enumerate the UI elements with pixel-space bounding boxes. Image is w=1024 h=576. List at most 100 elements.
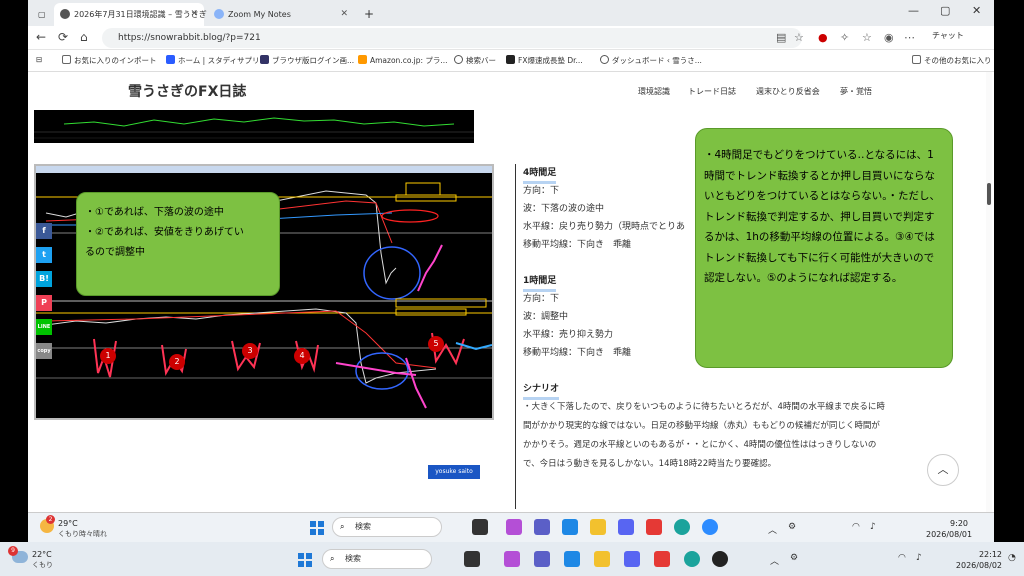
close-icon[interactable]: ✕ bbox=[340, 3, 348, 26]
edge-icon[interactable] bbox=[684, 551, 700, 567]
bookmarks-bar: ⊟ お気に入りのインポート ホーム | スタディサプリ... ブラウザ版ログイン… bbox=[28, 50, 994, 72]
fx-icon bbox=[506, 55, 515, 64]
wifi-icon[interactable]: ◠ bbox=[852, 522, 860, 532]
share-facebook-button[interactable]: f bbox=[36, 223, 52, 239]
address-input[interactable]: https://snowrabbit.blog/?p=721 bbox=[102, 28, 802, 48]
scroll-to-top-button[interactable]: ︿ bbox=[927, 454, 959, 486]
tray-chevron-icon[interactable]: ︿ bbox=[768, 523, 777, 536]
bookmark-search-bar[interactable]: 検索バー bbox=[454, 55, 496, 66]
annotation-marker-5: 5 bbox=[428, 336, 444, 352]
refresh-icon[interactable]: ⟳ bbox=[58, 30, 68, 44]
copilot-icon[interactable] bbox=[504, 551, 520, 567]
copy-link-button[interactable]: copy bbox=[36, 343, 52, 359]
reader-icon[interactable]: ▤ bbox=[776, 31, 786, 44]
annotation-marker-2: 2 bbox=[169, 354, 185, 370]
bookmark-import[interactable]: お気に入りのインポート bbox=[62, 55, 157, 66]
clock-time: 22:12 bbox=[978, 550, 1002, 559]
callout-left-line-1: ・①であれば、下落の波の途中 bbox=[85, 207, 224, 218]
store-icon[interactable] bbox=[562, 519, 578, 535]
maximize-icon[interactable]: ▢ bbox=[940, 4, 950, 17]
tray-app-icon[interactable]: ⚙ bbox=[788, 522, 796, 532]
taskbar-search-input[interactable]: 検索 bbox=[332, 517, 442, 537]
chat-button[interactable]: チャット bbox=[932, 30, 964, 41]
bookmark-browser-login[interactable]: ブラウザ版ログイン画... bbox=[260, 55, 354, 66]
volume-icon[interactable]: ♪ bbox=[870, 522, 876, 532]
bookmark-label: ダッシュボード ‹ 雪うさ... bbox=[612, 56, 702, 65]
extensions-icon[interactable]: ✧ bbox=[840, 31, 849, 44]
callout-left-line-2: ・②であれば、安値をきりあげてい bbox=[85, 227, 244, 238]
share-hatena-button[interactable]: B! bbox=[36, 271, 52, 287]
volume-icon[interactable]: ♪ bbox=[916, 553, 922, 563]
login-icon bbox=[260, 55, 269, 64]
tray-chevron-icon[interactable]: ︿ bbox=[770, 554, 779, 567]
bookmark-menu-icon[interactable]: ⊟ bbox=[36, 55, 42, 64]
extension-icon[interactable]: ● bbox=[818, 31, 828, 44]
app-icon[interactable] bbox=[654, 551, 670, 567]
minimize-icon[interactable]: — bbox=[908, 4, 919, 17]
site-title[interactable]: 雪うさぎのFX日誌 bbox=[128, 81, 246, 101]
explorer-icon[interactable] bbox=[590, 519, 606, 535]
bookmark-dashboard[interactable]: ダッシュボード ‹ 雪うさ... bbox=[600, 55, 702, 66]
close-window-icon[interactable]: ✕ bbox=[972, 4, 981, 17]
studysapuri-icon bbox=[166, 55, 175, 64]
zoom-app-icon[interactable] bbox=[702, 519, 718, 535]
media-player-icon[interactable] bbox=[712, 551, 728, 567]
tab-blog[interactable]: 2026年7月31日環境認識 – 雪うさぎ ✕ bbox=[54, 3, 207, 26]
nav-dream[interactable]: 夢・覚悟 bbox=[840, 86, 872, 97]
weather-widget[interactable]: 29°C くもり時々晴れ bbox=[58, 519, 107, 539]
favorite-star-icon[interactable]: ☆ bbox=[794, 31, 804, 44]
task-view-icon[interactable] bbox=[472, 519, 488, 535]
page-scrollbar-thumb[interactable] bbox=[987, 183, 991, 205]
nav-environment[interactable]: 環境認識 bbox=[638, 86, 670, 97]
store-icon[interactable] bbox=[564, 551, 580, 567]
share-pocket-button[interactable]: P bbox=[36, 295, 52, 311]
weather-widget-outer[interactable]: 22°C くもり bbox=[32, 550, 53, 570]
clock-date: 2026/08/02 bbox=[955, 561, 1002, 570]
tab-zoom-notes[interactable]: Zoom My Notes ✕ bbox=[208, 3, 354, 26]
bookmark-amazon[interactable]: Amazon.co.jp: プラ... bbox=[358, 55, 448, 66]
home-icon[interactable]: ⌂ bbox=[80, 30, 88, 44]
profile-icon[interactable]: ◉ bbox=[884, 31, 894, 44]
taskbar-search-input[interactable]: 検索 bbox=[322, 549, 432, 569]
edge-icon[interactable] bbox=[674, 519, 690, 535]
wifi-icon[interactable]: ◠ bbox=[898, 553, 906, 563]
discord-icon[interactable] bbox=[618, 519, 634, 535]
notification-icon[interactable]: ◔ bbox=[1008, 553, 1016, 563]
tab-actions-icon[interactable]: ▢ bbox=[32, 3, 52, 26]
favorites-icon[interactable]: ☆ bbox=[862, 31, 872, 44]
explorer-icon[interactable] bbox=[594, 551, 610, 567]
tray-app-icon[interactable]: ⚙ bbox=[790, 553, 798, 563]
windows-start-icon[interactable] bbox=[298, 552, 312, 567]
new-tab-button[interactable]: + bbox=[358, 3, 374, 26]
page-scrollbar[interactable] bbox=[986, 72, 992, 512]
clock-time: 9:20 bbox=[950, 519, 968, 528]
back-icon[interactable]: ← bbox=[36, 30, 46, 44]
more-icon[interactable]: ⋯ bbox=[904, 31, 915, 44]
task-view-icon[interactable] bbox=[464, 551, 480, 567]
bookmark-fx-juku[interactable]: FX爆速成長塾 Dr... bbox=[506, 55, 583, 66]
share-twitter-button[interactable]: t bbox=[36, 247, 52, 263]
windows-start-icon[interactable] bbox=[310, 520, 324, 535]
annotation-marker-4: 4 bbox=[294, 348, 310, 364]
app-icon[interactable] bbox=[646, 519, 662, 535]
notification-badge: 9 bbox=[8, 546, 18, 556]
bookmark-label: Amazon.co.jp: プラ... bbox=[370, 56, 448, 65]
share-line-button[interactable]: LINE bbox=[36, 319, 52, 335]
search-icon: ⌕ bbox=[340, 522, 345, 531]
tab-zoom-label: Zoom My Notes bbox=[228, 10, 291, 19]
nav-weekend-review[interactable]: 週末ひとり反省会 bbox=[756, 86, 820, 97]
clock-date: 2026/08/01 bbox=[926, 530, 973, 539]
folder-icon bbox=[62, 55, 71, 64]
clock-outer[interactable]: 22:12 2026/08/02 bbox=[950, 549, 1002, 571]
teams-icon[interactable] bbox=[534, 551, 550, 567]
web-page: 雪うさぎのFX日誌 環境認識 トレード日誌 週末ひとり反省会 夢・覚悟 1 2 … bbox=[28, 72, 984, 512]
copilot-icon[interactable] bbox=[506, 519, 522, 535]
discord-icon[interactable] bbox=[624, 551, 640, 567]
nav-trade-diary[interactable]: トレード日誌 bbox=[688, 86, 736, 97]
close-icon[interactable]: ✕ bbox=[190, 3, 198, 26]
folder-icon bbox=[912, 55, 921, 64]
bookmark-studysapuri[interactable]: ホーム | スタディサプリ... bbox=[166, 55, 267, 66]
clock-inner[interactable]: 9:20 2026/08/01 bbox=[926, 518, 973, 540]
bookmark-other[interactable]: その他のお気に入り bbox=[912, 55, 992, 66]
teams-icon[interactable] bbox=[534, 519, 550, 535]
